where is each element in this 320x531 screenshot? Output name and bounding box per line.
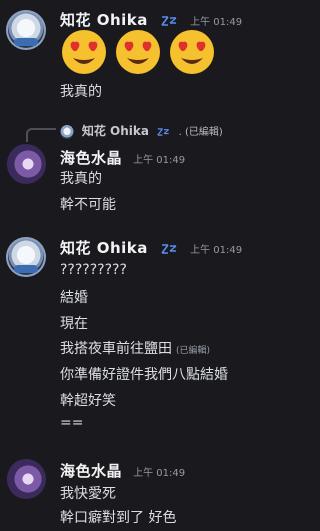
message-header: 知花 Ohika 上午 01:49 (60, 237, 242, 258)
emoji-row (60, 28, 216, 76)
message-text: 幹口癖對到了 好色 (60, 510, 177, 526)
message-text: == (60, 415, 84, 431)
message-text: 我搭夜車前往鹽田 (已編輯) (60, 338, 210, 358)
reply-avatar (60, 124, 74, 139)
zzz-sleep-icon (161, 243, 177, 254)
message-text: 現在 (60, 316, 88, 332)
message-text: ????????? (60, 262, 127, 278)
message-text: 我快愛死 (60, 486, 116, 502)
message-text: 幹超好笑 (60, 393, 116, 409)
message-header: 知花 Ohika 上午 01:49 (60, 9, 242, 30)
username[interactable]: 海色水晶 (60, 462, 122, 480)
message-header: 海色水晶 上午 01:49 (60, 147, 185, 168)
heart-eyes-emoji (62, 30, 106, 74)
message-text: 我真的 (60, 84, 102, 100)
timestamp: 上午 01:49 (190, 245, 243, 256)
reply-username[interactable]: 知花 Ohika (82, 124, 149, 138)
timestamp: 上午 01:49 (133, 468, 186, 479)
avatar[interactable] (6, 10, 46, 50)
edited-marker: (已編輯) (176, 346, 211, 356)
username[interactable]: 海色水晶 (60, 149, 122, 167)
zzz-sleep-icon (157, 127, 169, 136)
username[interactable]: 知花 Ohika (60, 239, 148, 257)
zzz-sleep-icon (161, 15, 177, 26)
avatar[interactable] (6, 459, 46, 499)
heart-eyes-emoji (116, 30, 160, 74)
message-header: 海色水晶 上午 01:49 (60, 460, 185, 481)
message-text: 你準備好證件我們八點結婚 (60, 367, 228, 383)
reply-preview[interactable]: 知花 Ohika . (已編輯) (60, 122, 223, 139)
message-text: 幹不可能 (60, 197, 116, 213)
reply-connector (26, 128, 56, 142)
message-text-content: 我搭夜車前往鹽田 (60, 341, 172, 357)
avatar[interactable] (6, 237, 46, 277)
timestamp: 上午 01:49 (190, 17, 243, 28)
timestamp: 上午 01:49 (133, 155, 186, 166)
username[interactable]: 知花 Ohika (60, 11, 148, 29)
avatar[interactable] (6, 144, 46, 184)
reply-text: . (已編輯) (178, 127, 223, 138)
message-text: 我真的 (60, 171, 102, 187)
heart-eyes-emoji (170, 30, 214, 74)
message-text: 結婚 (60, 290, 88, 306)
